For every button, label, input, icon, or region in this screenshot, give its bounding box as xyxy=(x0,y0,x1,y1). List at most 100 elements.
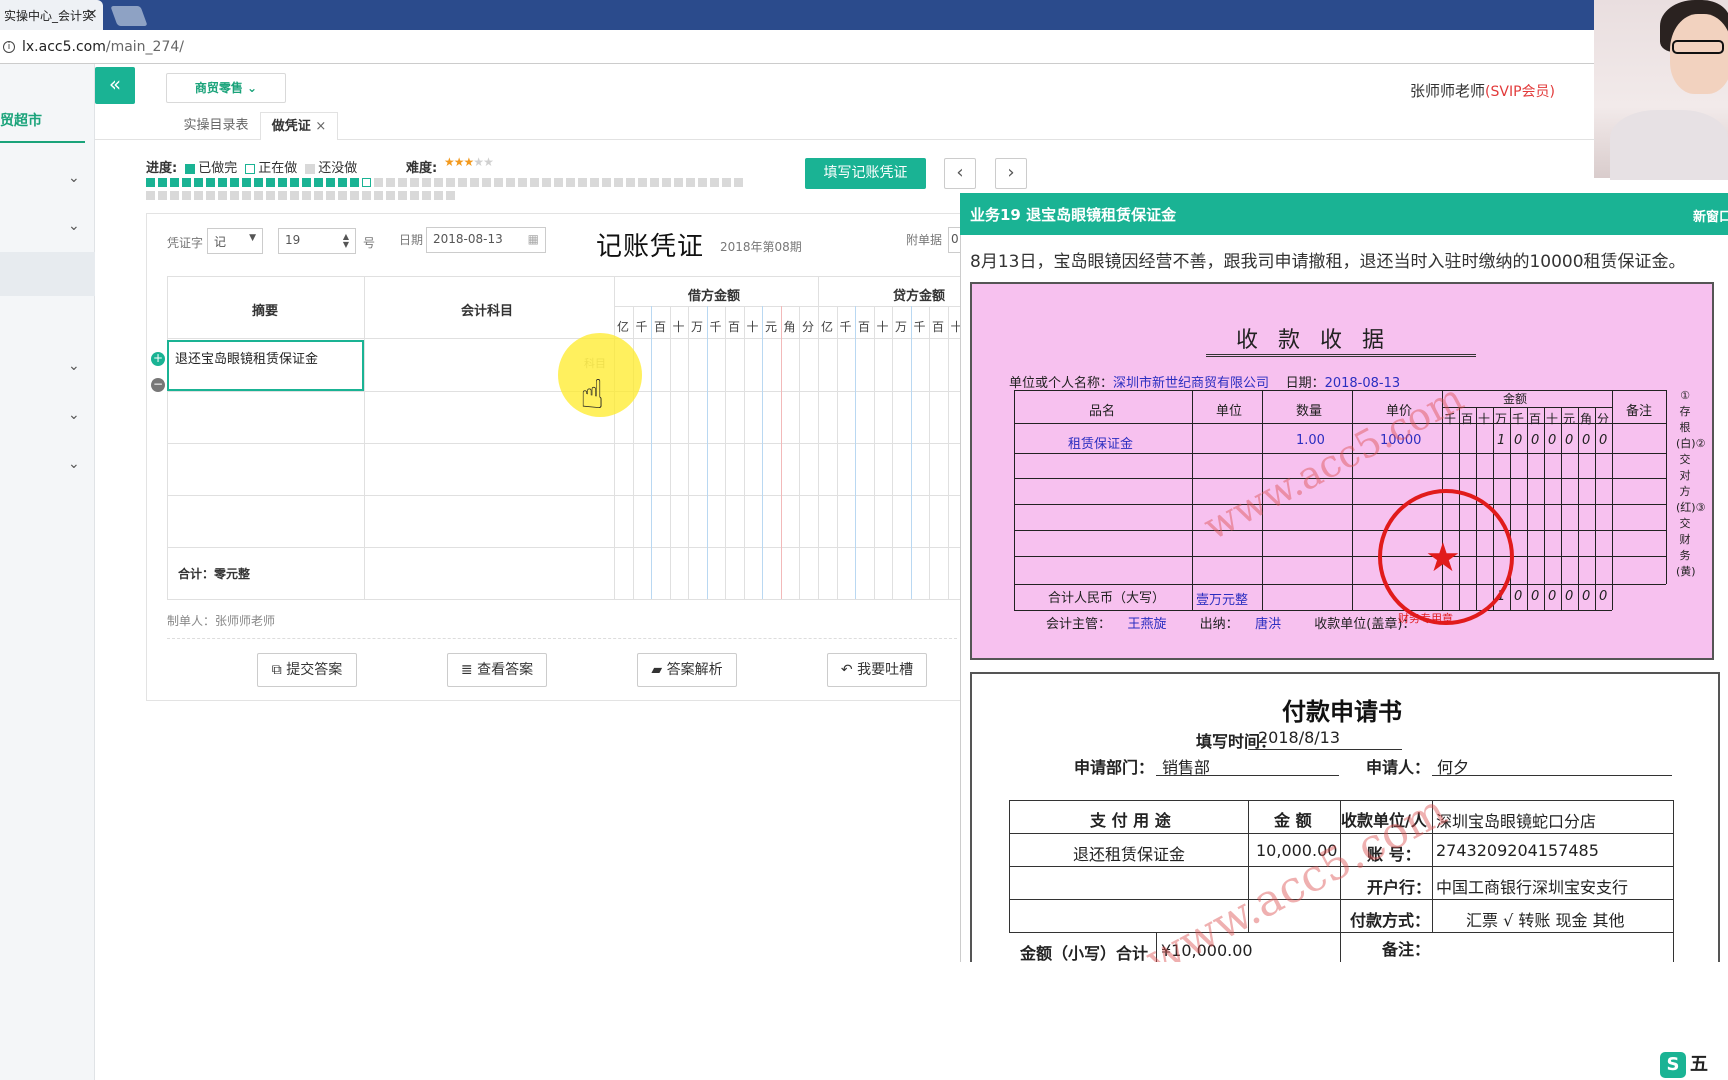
progress-cell[interactable] xyxy=(398,191,407,200)
next-arrow-icon[interactable]: › xyxy=(995,158,1027,189)
date-input[interactable]: 2018-08-13 ▦ xyxy=(426,227,546,253)
progress-cell[interactable] xyxy=(674,178,683,187)
progress-cell[interactable] xyxy=(650,178,659,187)
open-new-window-link[interactable]: 新窗口 xyxy=(1693,206,1728,225)
progress-cell[interactable] xyxy=(314,191,323,200)
progress-cell[interactable] xyxy=(494,178,503,187)
progress-cell[interactable] xyxy=(218,178,227,187)
progress-cell[interactable] xyxy=(422,178,431,187)
submit-answer-button[interactable]: ⧉ 提交答案 xyxy=(257,653,357,687)
progress-cell[interactable] xyxy=(206,178,215,187)
progress-cell[interactable] xyxy=(506,178,515,187)
progress-cell[interactable] xyxy=(182,191,191,200)
fill-voucher-button[interactable]: 填写记账凭证 xyxy=(805,158,926,189)
progress-cell[interactable] xyxy=(230,191,239,200)
progress-cell[interactable] xyxy=(170,191,179,200)
progress-cell[interactable] xyxy=(242,178,251,187)
progress-cell[interactable] xyxy=(314,178,323,187)
sidebar-section-title[interactable]: 贸超市 xyxy=(0,110,42,130)
progress-cell[interactable] xyxy=(158,191,167,200)
progress-cell[interactable] xyxy=(446,191,455,200)
progress-cell[interactable] xyxy=(446,178,455,187)
progress-cell[interactable] xyxy=(326,178,335,187)
url-text[interactable]: lx.acc5.com/main_274/ xyxy=(22,39,184,55)
progress-cell[interactable] xyxy=(386,191,395,200)
progress-cell[interactable] xyxy=(734,178,743,187)
progress-cell[interactable] xyxy=(422,191,431,200)
progress-cell[interactable] xyxy=(326,191,335,200)
summary-input[interactable]: 退还宝岛眼镜租赁保证金 xyxy=(167,340,364,391)
chevron-down-icon[interactable]: ⌄ xyxy=(68,456,80,472)
tab-close-icon[interactable]: × xyxy=(315,119,326,134)
complain-button[interactable]: ↶ 我要吐槽 xyxy=(827,653,927,687)
progress-cell[interactable] xyxy=(266,178,275,187)
progress-cell[interactable] xyxy=(590,178,599,187)
progress-cell[interactable] xyxy=(554,178,563,187)
progress-cell[interactable] xyxy=(146,178,155,187)
progress-cell[interactable] xyxy=(158,178,167,187)
voucher-word-select[interactable]: 记 ▼ xyxy=(207,228,263,254)
progress-cell[interactable] xyxy=(710,178,719,187)
progress-cell[interactable] xyxy=(362,178,371,187)
progress-cell[interactable] xyxy=(338,178,347,187)
progress-cell[interactable] xyxy=(338,191,347,200)
answer-analysis-button[interactable]: ▰ 答案解析 xyxy=(637,653,737,687)
progress-cell[interactable] xyxy=(182,178,191,187)
progress-cell[interactable] xyxy=(686,178,695,187)
progress-cell[interactable] xyxy=(530,178,539,187)
progress-cell[interactable] xyxy=(698,178,707,187)
summary-input-row2[interactable] xyxy=(168,393,363,442)
progress-cell[interactable] xyxy=(386,178,395,187)
progress-cell[interactable] xyxy=(254,178,263,187)
progress-cell[interactable] xyxy=(302,178,311,187)
progress-cell[interactable] xyxy=(398,178,407,187)
info-icon[interactable]: i xyxy=(3,41,15,53)
progress-cell[interactable] xyxy=(482,178,491,187)
chevron-down-icon[interactable]: ⌄ xyxy=(68,218,80,234)
progress-cell[interactable] xyxy=(410,191,419,200)
progress-grid[interactable] xyxy=(146,178,746,202)
chevron-down-icon[interactable]: ⌄ xyxy=(68,358,80,374)
progress-cell[interactable] xyxy=(434,178,443,187)
tab-voucher[interactable]: 做凭证 × xyxy=(260,112,338,140)
progress-cell[interactable] xyxy=(290,178,299,187)
progress-cell[interactable] xyxy=(626,178,635,187)
progress-cell[interactable] xyxy=(206,191,215,200)
progress-cell[interactable] xyxy=(542,178,551,187)
progress-cell[interactable] xyxy=(350,178,359,187)
user-info[interactable]: 张师师老师(SVIP会员) xyxy=(1410,80,1555,101)
progress-cell[interactable] xyxy=(722,178,731,187)
add-row-icon[interactable]: + xyxy=(151,352,165,366)
progress-cell[interactable] xyxy=(374,191,383,200)
progress-cell[interactable] xyxy=(170,178,179,187)
progress-cell[interactable] xyxy=(218,191,227,200)
progress-cell[interactable] xyxy=(638,178,647,187)
collapse-sidebar-button[interactable]: « xyxy=(95,67,135,104)
voucher-number-stepper[interactable]: 19 ▲ ▼ xyxy=(278,228,356,254)
progress-cell[interactable] xyxy=(566,178,575,187)
progress-cell[interactable] xyxy=(278,178,287,187)
progress-cell[interactable] xyxy=(254,191,263,200)
address-bar[interactable] xyxy=(0,30,1600,64)
progress-cell[interactable] xyxy=(362,191,371,200)
chevron-down-icon[interactable]: ⌄ xyxy=(68,407,80,423)
progress-cell[interactable] xyxy=(518,178,527,187)
chevron-down-icon[interactable]: ⌄ xyxy=(68,170,80,186)
tab-catalog[interactable]: 实操目录表 xyxy=(170,112,262,140)
progress-cell[interactable] xyxy=(410,178,419,187)
progress-cell[interactable] xyxy=(194,191,203,200)
progress-cell[interactable] xyxy=(302,191,311,200)
sidebar-item-active[interactable] xyxy=(0,252,95,296)
progress-cell[interactable] xyxy=(374,178,383,187)
progress-cell[interactable] xyxy=(350,191,359,200)
view-answer-button[interactable]: ≣ 查看答案 xyxy=(447,653,547,687)
progress-cell[interactable] xyxy=(290,191,299,200)
progress-cell[interactable] xyxy=(662,178,671,187)
progress-cell[interactable] xyxy=(194,178,203,187)
progress-cell[interactable] xyxy=(266,191,275,200)
department-select[interactable]: 商贸零售 ⌄ xyxy=(166,73,286,103)
stepper-arrows-icon[interactable]: ▲ ▼ xyxy=(343,233,349,249)
calendar-icon[interactable]: ▦ xyxy=(528,232,539,246)
progress-cell[interactable] xyxy=(434,191,443,200)
progress-cell[interactable] xyxy=(242,191,251,200)
